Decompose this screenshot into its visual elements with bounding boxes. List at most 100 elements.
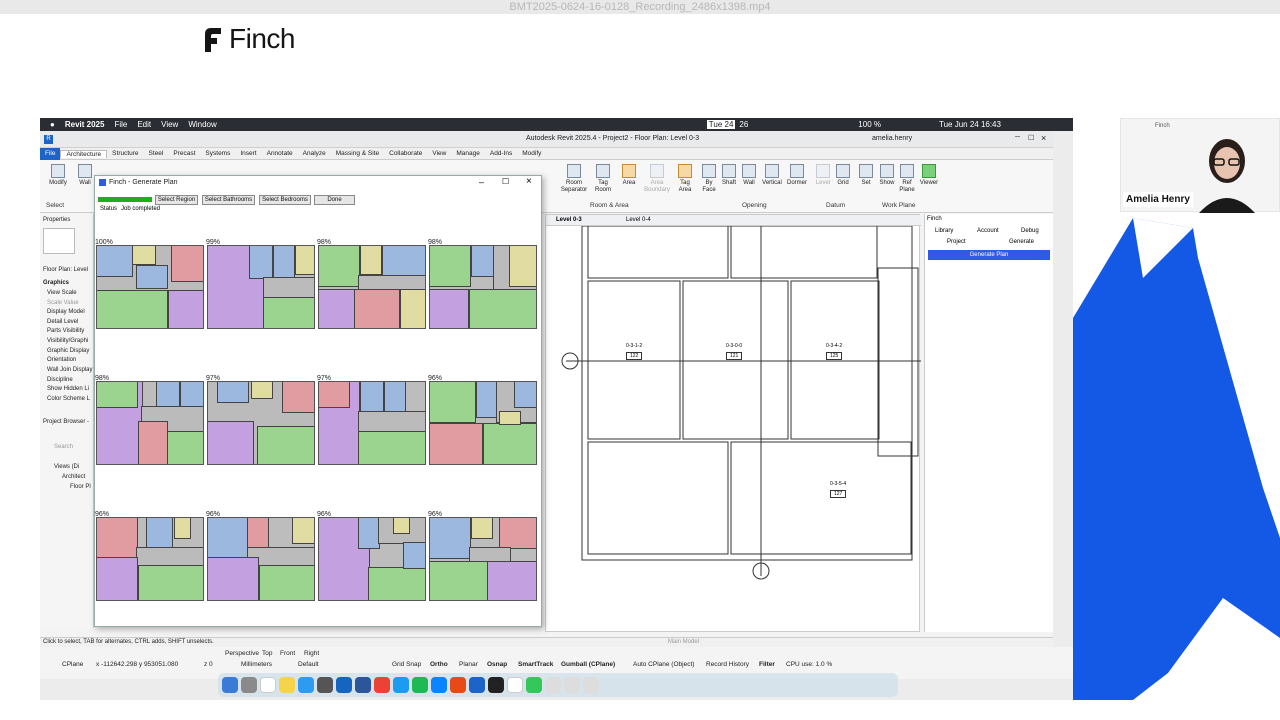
figma-icon[interactable]: [450, 677, 466, 693]
chrome-icon[interactable]: [374, 677, 390, 693]
minimize-icon[interactable]: –: [479, 177, 484, 187]
tag-room-button[interactable]: Tag Room: [592, 164, 614, 194]
tab-insert[interactable]: Insert: [235, 150, 261, 157]
view-top[interactable]: Top: [262, 650, 272, 657]
tab-debug[interactable]: Debug: [1021, 228, 1039, 234]
rhino-icon[interactable]: [488, 677, 504, 693]
toggle-filter[interactable]: Filter: [759, 661, 775, 668]
tab-collaborate[interactable]: Collaborate: [384, 150, 427, 157]
units-label[interactable]: Millimeters: [241, 661, 272, 668]
maximize-icon[interactable]: ☐: [502, 177, 509, 186]
plan-option-thumbnail[interactable]: [318, 245, 426, 329]
tab-file[interactable]: File: [40, 147, 61, 160]
plan-option-thumbnail[interactable]: [207, 381, 315, 465]
layer-label[interactable]: Default: [298, 661, 319, 668]
view-right[interactable]: Right: [304, 650, 319, 657]
finder-icon[interactable]: [222, 677, 238, 693]
numbers-icon[interactable]: [526, 677, 542, 693]
ref-plane-button[interactable]: Ref Plane: [898, 164, 916, 194]
tab-level-0-3[interactable]: Level 0-3: [556, 217, 582, 223]
select-region-button[interactable]: Select Region: [155, 195, 198, 205]
tab-account[interactable]: Account: [977, 228, 999, 234]
done-button[interactable]: Done: [314, 195, 355, 205]
prop-row[interactable]: Wall Join Display: [47, 367, 92, 373]
tree-item[interactable]: Architect: [62, 474, 85, 480]
plan-option-thumbnail[interactable]: [96, 381, 204, 465]
prop-row[interactable]: Detail Level: [47, 319, 78, 325]
user-name[interactable]: amelia.henry: [872, 135, 912, 142]
area-button[interactable]: Area: [618, 164, 640, 187]
close-icon[interactable]: ×: [526, 176, 532, 187]
level-button[interactable]: Level: [814, 164, 832, 187]
plan-option-thumbnail[interactable]: [429, 517, 537, 601]
close-icon[interactable]: ×: [1041, 133, 1046, 143]
tab-generate[interactable]: Generate: [1009, 239, 1034, 245]
viewer-button[interactable]: Viewer: [918, 164, 940, 187]
drawing-canvas[interactable]: Level 0-3 Level 0-4 0-3-1-2 122 0-3-0-0 …: [545, 214, 921, 632]
maximize-icon[interactable]: ☐: [1028, 134, 1034, 142]
show-button[interactable]: Show: [878, 164, 896, 187]
plan-option-thumbnail[interactable]: [429, 245, 537, 329]
folder-icon[interactable]: [545, 677, 561, 693]
menu-window[interactable]: Window: [188, 120, 216, 129]
menu-view[interactable]: View: [161, 120, 178, 129]
grid-button[interactable]: Grid: [834, 164, 852, 187]
outlook-icon[interactable]: [336, 677, 352, 693]
shaft-button[interactable]: Shaft: [720, 164, 738, 187]
menu-edit[interactable]: Edit: [137, 120, 151, 129]
area-boundary-button[interactable]: Area Boundary: [644, 164, 670, 194]
select-bathrooms-button[interactable]: Select Bathrooms: [202, 195, 255, 205]
word-icon[interactable]: [355, 677, 371, 693]
notion-icon[interactable]: [507, 677, 523, 693]
plan-option-thumbnail[interactable]: [207, 245, 315, 329]
wall-opening-button[interactable]: Wall: [740, 164, 758, 187]
tab-addins[interactable]: Add-Ins: [485, 150, 517, 157]
plan-option-thumbnail[interactable]: [318, 517, 426, 601]
tag-area-button[interactable]: Tag Area: [674, 164, 696, 194]
tree-item[interactable]: Floor Pl: [70, 484, 91, 490]
plan-option-thumbnail[interactable]: [96, 517, 204, 601]
notes-icon[interactable]: [279, 677, 295, 693]
settings-icon[interactable]: [317, 677, 333, 693]
plan-option-thumbnail[interactable]: [429, 381, 537, 465]
view-perspective[interactable]: Perspective: [225, 650, 259, 657]
tab-project[interactable]: Project: [947, 239, 966, 245]
room-number[interactable]: 122: [626, 352, 643, 360]
toggle-ortho[interactable]: Ortho: [430, 661, 448, 668]
safari-icon[interactable]: [393, 677, 409, 693]
spotify-icon[interactable]: [412, 677, 428, 693]
tree-item[interactable]: Views (Di: [54, 464, 79, 470]
tab-massing[interactable]: Massing & Site: [331, 150, 384, 157]
toggle-grid-snap[interactable]: Grid Snap: [392, 661, 421, 668]
tab-level-0-4[interactable]: Level 0-4: [626, 217, 651, 223]
tab-library[interactable]: Library: [935, 228, 953, 234]
vertical-button[interactable]: Vertical: [760, 164, 784, 187]
set-button[interactable]: Set: [858, 164, 874, 187]
wall-button[interactable]: Wall: [76, 164, 94, 187]
plan-option-thumbnail[interactable]: [207, 517, 315, 601]
room-number[interactable]: 121: [726, 352, 743, 360]
calendar-icon[interactable]: [260, 677, 276, 693]
browser-search[interactable]: Search: [54, 444, 73, 450]
main-model[interactable]: Main Model: [668, 639, 699, 645]
generate-plan-button[interactable]: Generate Plan: [928, 250, 1050, 260]
prop-row[interactable]: Graphic Display: [47, 348, 89, 354]
tab-steel[interactable]: Steel: [144, 150, 169, 157]
apple-icon[interactable]: ●: [50, 120, 55, 129]
prop-row[interactable]: Scale Value: [47, 300, 79, 306]
toggle-osnap[interactable]: Osnap: [487, 661, 507, 668]
prop-row[interactable]: Orientation: [47, 357, 76, 363]
tab-view[interactable]: View: [427, 150, 451, 157]
tab-precast[interactable]: Precast: [168, 150, 200, 157]
prop-row[interactable]: View Scale: [47, 290, 77, 296]
minimize-icon[interactable]: ─: [1015, 134, 1020, 141]
prop-row[interactable]: Discipline: [47, 377, 73, 383]
type-selector[interactable]: [43, 228, 75, 254]
prop-row[interactable]: Color Scheme L: [47, 396, 90, 402]
toggle-record-history[interactable]: Record History: [706, 661, 749, 668]
revit-icon[interactable]: [469, 677, 485, 693]
dormer-button[interactable]: Dormer: [786, 164, 808, 187]
modify-button[interactable]: Modify: [46, 164, 70, 187]
revit-logo-icon[interactable]: R: [44, 135, 53, 144]
by-face-button[interactable]: By Face: [700, 164, 718, 194]
